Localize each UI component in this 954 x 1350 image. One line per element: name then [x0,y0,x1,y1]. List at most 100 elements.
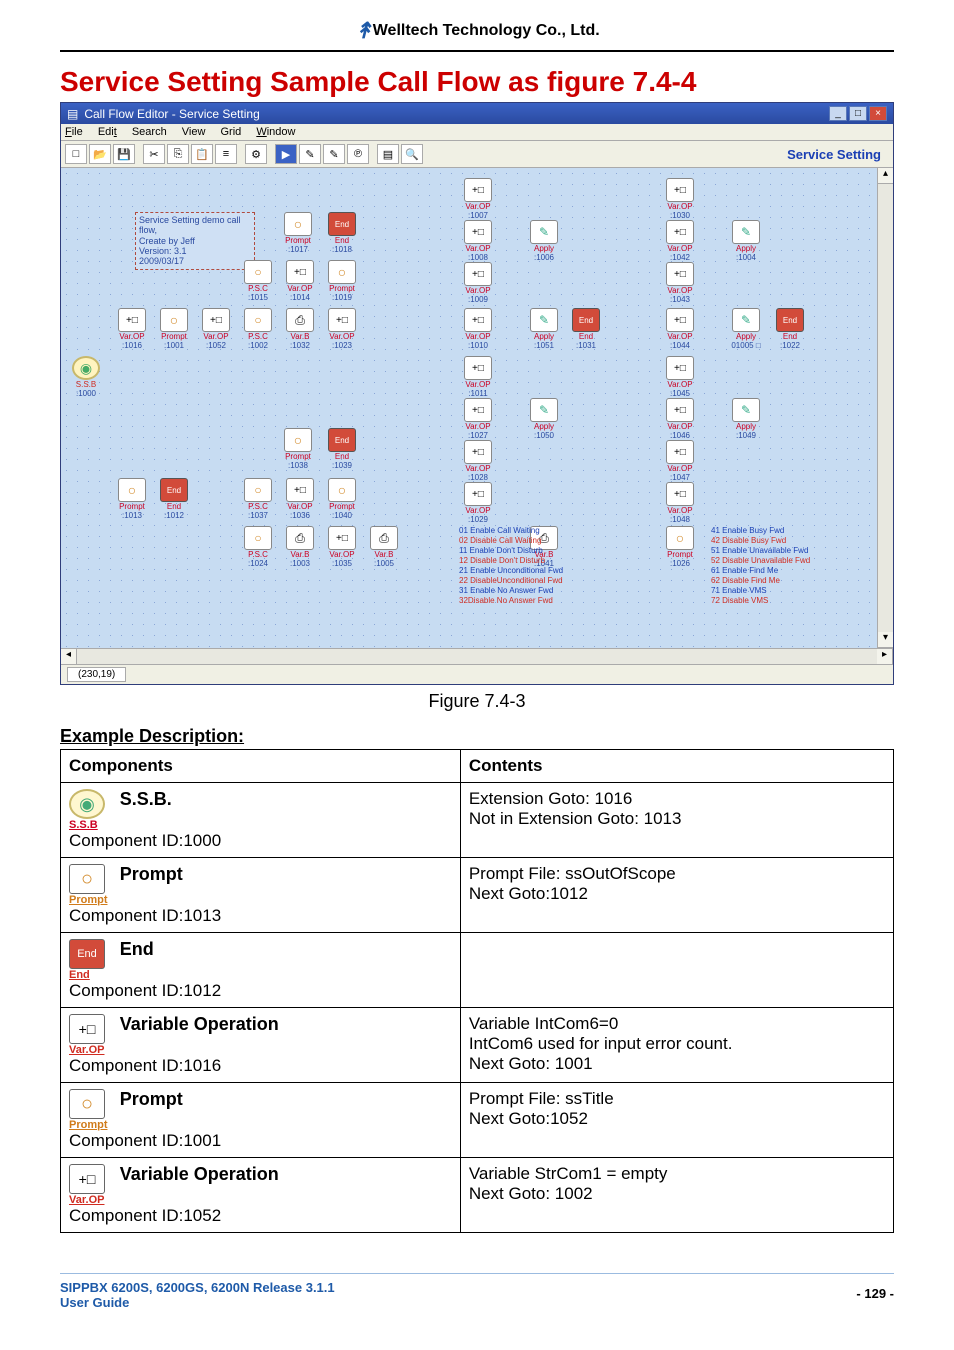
scroll-left-button[interactable]: ◂ [61,649,77,664]
flow-node[interactable]: Var.OP:1044 [661,308,699,350]
figure-caption: Figure 7.4-3 [0,691,954,712]
flow-node[interactable]: Var.OP:1014 [281,260,319,302]
flow-node[interactable]: Apply:1051 [525,308,563,350]
flow-node[interactable]: Var.OP:1016 [113,308,151,350]
flow-node[interactable]: Apply:1050 [525,398,563,440]
scroll-right-button[interactable]: ▸ [877,649,893,664]
open-button[interactable]: 📂 [89,144,111,164]
new-button[interactable]: □ [65,144,87,164]
flow-node[interactable]: End:1012 [155,478,193,520]
flow-node[interactable]: Var.OP:1036 [281,478,319,520]
call-flow-editor-window: ▤ Call Flow Editor - Service Setting _ □… [60,102,894,685]
scroll-track[interactable] [878,184,893,632]
flow-node[interactable]: Var.OP:1028 [459,440,497,482]
paste-button[interactable]: 📋 [191,144,213,164]
flow-comment-box: Service Setting demo call flow, Create b… [135,212,255,270]
flow-node[interactable]: Prompt:1026 [661,526,699,568]
flow-node[interactable]: End:1031 [567,308,605,350]
tool-b-button[interactable]: ✎ [323,144,345,164]
flow-node[interactable]: Prompt:1013 [113,478,151,520]
prompt-icon [284,428,312,452]
flow-node[interactable]: P.S.C:1015 [239,260,277,302]
tool-a-button[interactable]: ✎ [299,144,321,164]
tool-c-button[interactable]: ℗ [347,144,369,164]
menu-file[interactable]: FFileile [65,126,83,138]
flow-node[interactable]: Var.OP:1052 [197,308,235,350]
flow-node[interactable]: Prompt:1038 [279,428,317,470]
save-button[interactable]: 💾 [113,144,135,164]
flow-node[interactable]: P.S.C:1024 [239,526,277,568]
flow-node[interactable]: Apply:1004 [727,220,765,262]
menu-window[interactable]: Window [256,126,295,138]
flow-node[interactable]: Var.OP:1027 [459,398,497,440]
flow-node[interactable]: Var.OP:1029 [459,482,497,524]
copy-button[interactable]: ⎘ [167,144,189,164]
flow-node[interactable]: Var.B:1032 [281,308,319,350]
flow-node[interactable]: Var.OP:1030 [661,178,699,220]
flow-node[interactable]: Var.OP:1047 [661,440,699,482]
zoom-button[interactable]: 🔍 [401,144,423,164]
table-header-contents: Contents [460,750,893,783]
flow-node[interactable]: End:1018 [323,212,361,254]
flow-node[interactable]: Var.OP:1008 [459,220,497,262]
flow-node[interactable]: Apply:1049 [727,398,765,440]
varop-icon [464,356,492,380]
flow-node[interactable]: End:1039 [323,428,361,470]
window-titlebar[interactable]: ▤ Call Flow Editor - Service Setting _ □… [61,103,893,124]
end-icon [776,308,804,332]
flow-node[interactable]: Var.B:1005 [365,526,403,568]
flow-node[interactable]: Var.OP:1046 [661,398,699,440]
flow-node[interactable]: Var.OP:1009 [459,262,497,304]
horizontal-scrollbar[interactable]: ◂ ▸ [61,648,893,664]
list-button[interactable]: ▤ [377,144,399,164]
flow-node[interactable]: Prompt:1017 [279,212,317,254]
flow-node[interactable]: Var.OP:1011 [459,356,497,398]
apply-icon [732,308,760,332]
flow-node[interactable]: Var.OP:1042 [661,220,699,262]
company-logo-text: ↟Welltech Technology Co., Ltd. [354,22,599,39]
menu-grid[interactable]: Grid [220,126,241,138]
flow-node[interactable]: Var.B:1003 [281,526,319,568]
flow-node[interactable]: Apply01005 □ [727,308,765,350]
varop-icon [666,262,694,286]
minimize-button[interactable]: _ [829,106,847,121]
vertical-scrollbar[interactable]: ▴ ▾ [877,168,893,648]
flow-node[interactable]: Prompt:1001 [155,308,193,350]
flow-canvas[interactable]: Service Setting demo call flow, Create b… [61,168,877,648]
flow-node-ssb[interactable]: S.S.B:1000 [67,356,105,398]
flow-node[interactable]: Var.OP:1010 [459,308,497,350]
varop-icon [464,440,492,464]
page-footer: SIPPBX 6200S, 6200GS, 6200N Release 3.1.… [60,1273,894,1310]
flow-node[interactable]: Var.OP:1035 [323,526,361,568]
settings-button[interactable]: ⚙ [245,144,267,164]
scroll-track-h[interactable] [77,649,877,664]
close-button[interactable]: × [869,106,887,121]
flow-node[interactable]: P.S.C:1037 [239,478,277,520]
scroll-up-button[interactable]: ▴ [878,168,893,184]
align-button[interactable]: ≡ [215,144,237,164]
flow-node[interactable]: Apply:1006 [525,220,563,262]
menu-view[interactable]: View [182,126,206,138]
end-icon [328,428,356,452]
flow-node[interactable]: P.S.C:1002 [239,308,277,350]
flow-node[interactable]: Var.OP:1007 [459,178,497,220]
maximize-button[interactable]: □ [849,106,867,121]
prompt-icon [69,864,105,894]
flow-node[interactable]: Var.OP:1043 [661,262,699,304]
flow-node[interactable]: Prompt:1019 [323,260,361,302]
flow-node[interactable]: Prompt:1040 [323,478,361,520]
scroll-down-button[interactable]: ▾ [878,632,893,648]
cut-button[interactable]: ✂ [143,144,165,164]
run-button[interactable]: ▶ [275,144,297,164]
flow-node[interactable]: Var.OP:1023 [323,308,361,350]
component-name: Variable Operation [120,1164,279,1184]
icon-caption: End [69,969,111,981]
flow-node[interactable]: Var.OP:1048 [661,482,699,524]
menu-search[interactable]: Search [132,126,167,138]
comment-line: Version: 3.1 [139,246,251,256]
menu-edit[interactable]: Edit [98,126,117,138]
apply-icon [530,308,558,332]
varop-icon [464,308,492,332]
flow-node[interactable]: Var.OP:1045 [661,356,699,398]
flow-node[interactable]: End:1022 [771,308,809,350]
